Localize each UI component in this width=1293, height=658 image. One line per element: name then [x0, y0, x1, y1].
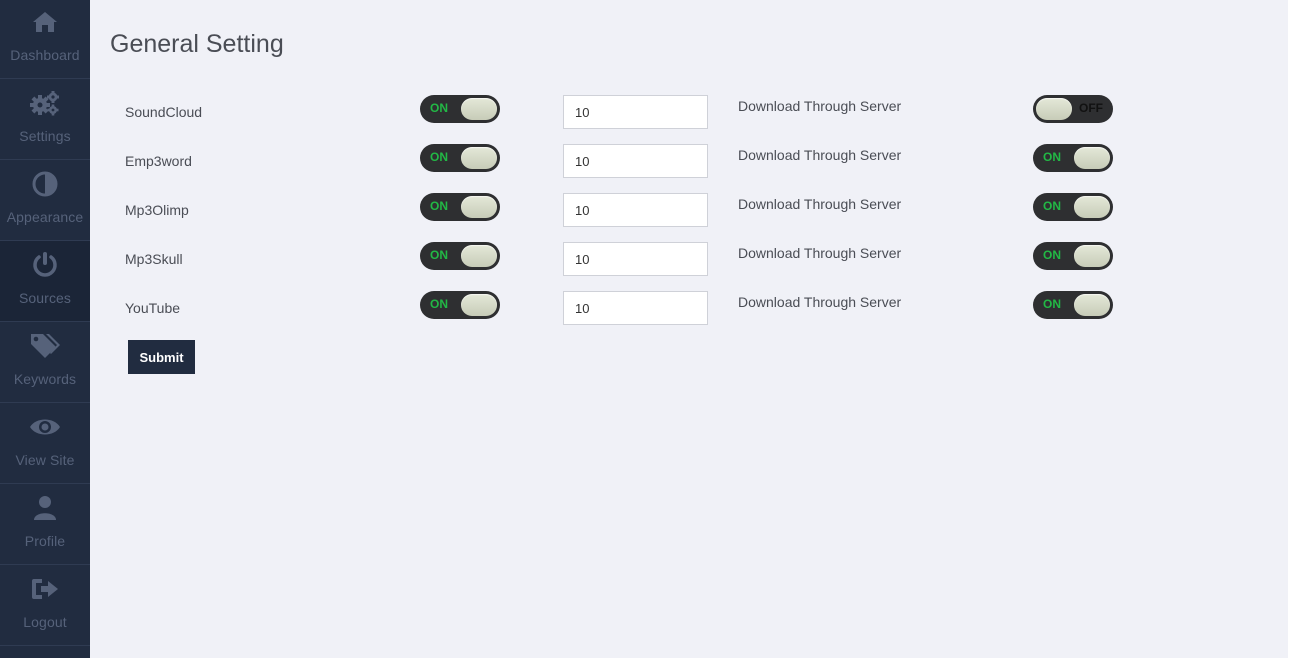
toggle-state: ON: [1043, 248, 1061, 262]
source-row-emp3word: Emp3word ON Download Through Server ON: [90, 144, 1288, 193]
sidebar-item-label: Dashboard: [10, 47, 80, 63]
user-icon: [0, 494, 90, 522]
window-edge: [1288, 0, 1293, 658]
source-enabled-toggle[interactable]: ON: [420, 242, 500, 270]
source-name: Mp3Olimp: [125, 202, 189, 218]
sidebar-item-appearance[interactable]: Appearance: [0, 160, 90, 241]
toggle-state: ON: [430, 199, 448, 213]
toggle-knob: [1074, 294, 1110, 316]
download-through-server-label: Download Through Server: [738, 196, 902, 212]
tags-icon: [0, 332, 90, 360]
download-through-server-label: Download Through Server: [738, 245, 902, 261]
sidebar-item-label: Logout: [23, 614, 67, 630]
source-row-youtube: YouTube ON Download Through Server ON: [90, 291, 1288, 340]
source-row-mp3skull: Mp3Skull ON Download Through Server ON: [90, 242, 1288, 291]
toggle-state: ON: [1043, 150, 1061, 164]
source-row-soundcloud: SoundCloud ON Download Through Server OF…: [90, 95, 1288, 144]
gears-icon: [0, 89, 90, 117]
sidebar-item-keywords[interactable]: Keywords: [0, 322, 90, 403]
download-through-server-label: Download Through Server: [738, 147, 902, 163]
result-count-input[interactable]: [563, 144, 708, 178]
download-through-server-toggle[interactable]: OFF: [1033, 95, 1113, 123]
source-name: YouTube: [125, 300, 181, 316]
sign-out-icon: [0, 575, 90, 603]
result-count-input[interactable]: [563, 291, 708, 325]
result-count-input[interactable]: [563, 95, 708, 129]
toggle-state: OFF: [1079, 101, 1103, 115]
result-count-input[interactable]: [563, 193, 708, 227]
home-icon: [0, 8, 90, 36]
toggle-knob: [1074, 245, 1110, 267]
toggle-state: ON: [430, 150, 448, 164]
toggle-state: ON: [1043, 199, 1061, 213]
source-name: Mp3Skull: [125, 251, 183, 267]
download-through-server-label: Download Through Server: [738, 98, 902, 114]
source-enabled-toggle[interactable]: ON: [420, 291, 500, 319]
result-count-input[interactable]: [563, 242, 708, 276]
page-title: General Setting: [110, 30, 284, 58]
toggle-knob: [461, 196, 497, 218]
source-name: Emp3word: [125, 153, 192, 169]
sidebar: Dashboard Settings Appearance Sources Ke…: [0, 0, 90, 658]
sidebar-item-sources[interactable]: Sources: [0, 241, 90, 322]
sidebar-item-profile[interactable]: Profile: [0, 484, 90, 565]
sidebar-item-label: Settings: [19, 128, 71, 144]
main-content: General Setting SoundCloud ON Download T…: [90, 0, 1288, 658]
toggle-knob: [1074, 147, 1110, 169]
sidebar-item-view-site[interactable]: View Site: [0, 403, 90, 484]
download-through-server-toggle[interactable]: ON: [1033, 193, 1113, 221]
toggle-state: ON: [430, 101, 448, 115]
contrast-icon: [0, 170, 90, 198]
source-enabled-toggle[interactable]: ON: [420, 144, 500, 172]
sidebar-item-label: Sources: [18, 290, 72, 306]
source-enabled-toggle[interactable]: ON: [420, 193, 500, 221]
download-through-server-toggle[interactable]: ON: [1033, 242, 1113, 270]
toggle-knob: [1074, 196, 1110, 218]
toggle-knob: [461, 245, 497, 267]
sidebar-item-logout[interactable]: Logout: [0, 565, 90, 646]
source-row-mp3olimp: Mp3Olimp ON Download Through Server ON: [90, 193, 1288, 242]
source-enabled-toggle[interactable]: ON: [420, 95, 500, 123]
toggle-knob: [461, 294, 497, 316]
eye-icon: [0, 413, 90, 441]
sidebar-item-label: View Site: [15, 452, 75, 468]
source-name: SoundCloud: [125, 104, 203, 120]
toggle-knob: [461, 147, 497, 169]
download-through-server-label: Download Through Server: [738, 294, 902, 310]
toggle-state: ON: [430, 248, 448, 262]
submit-button[interactable]: Submit: [128, 340, 195, 374]
download-through-server-toggle[interactable]: ON: [1033, 144, 1113, 172]
toggle-knob: [1036, 98, 1072, 120]
sidebar-item-settings[interactable]: Settings: [0, 79, 90, 160]
sidebar-item-dashboard[interactable]: Dashboard: [0, 0, 90, 79]
toggle-knob: [461, 98, 497, 120]
download-through-server-toggle[interactable]: ON: [1033, 291, 1113, 319]
sidebar-item-label: Keywords: [13, 371, 77, 387]
sidebar-item-label: Profile: [24, 533, 66, 549]
toggle-state: ON: [1043, 297, 1061, 311]
sidebar-item-label: Appearance: [6, 209, 84, 225]
toggle-state: ON: [430, 297, 448, 311]
power-icon: [0, 251, 90, 279]
